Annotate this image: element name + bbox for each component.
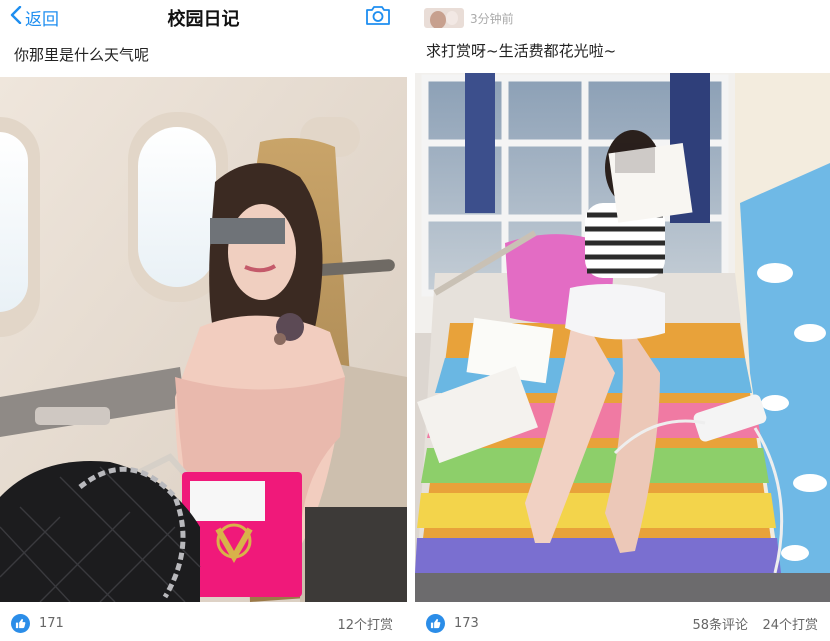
thumbs-up-icon xyxy=(426,614,445,633)
post-footer: 171 12个打赏 xyxy=(0,606,407,641)
chevron-left-icon xyxy=(10,5,25,29)
face-censor-bar xyxy=(615,143,655,173)
like-button[interactable]: 171 xyxy=(11,614,64,633)
post-photo[interactable] xyxy=(415,73,830,602)
post-card-left: 返回 校园日记 你那里是什么天气呢 171 12个打赏 xyxy=(0,0,407,641)
post-caption: 求打赏呀~生活费都花光啦~ xyxy=(426,42,617,60)
face-censor-bar xyxy=(210,218,285,244)
panel-divider xyxy=(407,0,415,641)
nav-bar: 返回 校园日记 xyxy=(0,0,407,34)
like-button[interactable]: 173 xyxy=(426,614,479,633)
avatar[interactable] xyxy=(424,8,464,28)
thumbs-up-icon xyxy=(11,614,30,633)
post-footer: 173 58条评论 24个打赏 xyxy=(415,606,830,641)
post-photo[interactable] xyxy=(0,77,407,602)
tip-count[interactable]: 12个打赏 xyxy=(337,614,393,633)
like-count: 173 xyxy=(454,616,479,631)
post-card-right: 3分钟前 求打赏呀~生活费都花光啦~ 173 58条评论 24个打赏 xyxy=(415,0,830,641)
page-title: 校园日记 xyxy=(167,9,240,30)
comment-count[interactable]: 58条评论 xyxy=(692,614,748,633)
post-header: 3分钟前 xyxy=(424,6,514,30)
post-timestamp: 3分钟前 xyxy=(470,11,514,26)
camera-icon[interactable] xyxy=(365,4,391,28)
tip-count[interactable]: 24个打赏 xyxy=(762,614,818,633)
back-label: 返回 xyxy=(25,9,59,30)
like-count: 171 xyxy=(39,616,64,631)
back-button[interactable]: 返回 xyxy=(10,4,59,30)
post-caption: 你那里是什么天气呢 xyxy=(14,46,150,64)
